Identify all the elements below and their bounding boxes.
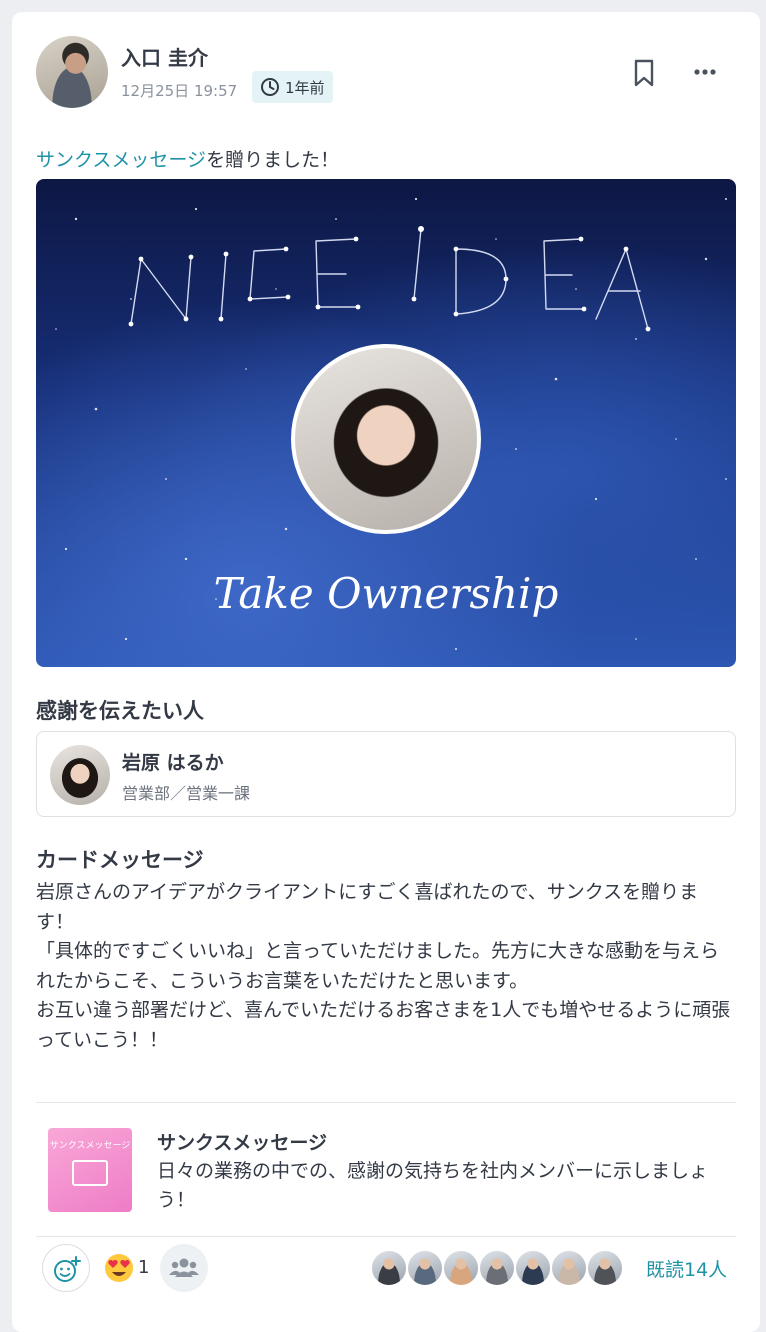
- activity-text: サンクスメッセージを贈りました！: [36, 145, 339, 172]
- promo-title[interactable]: サンクスメッセージ: [157, 1128, 327, 1155]
- author-name[interactable]: 入口 圭介: [121, 42, 208, 71]
- thanks-message-link[interactable]: サンクスメッセージ: [36, 149, 206, 171]
- heart-eyes-emoji-icon[interactable]: [103, 1252, 135, 1284]
- promo-thumb-label: サンクスメッセージ: [49, 1141, 131, 1151]
- more-options-icon[interactable]: [692, 64, 718, 80]
- recipient-card[interactable]: 岩原 はるか 営業部／営業一課: [36, 731, 736, 817]
- reader-avatars[interactable]: [370, 1249, 624, 1287]
- message-line: お互い違う部署だけど、喜んでいただけるお客さまを1人でも増やせるように頑張ってい…: [36, 999, 731, 1051]
- reaction-count: 1: [138, 1257, 150, 1278]
- add-emoji-icon: [54, 1256, 81, 1282]
- recipient-department: 営業部／営業一課: [122, 784, 251, 803]
- promo-thumbnail[interactable]: サンクスメッセージ: [48, 1128, 132, 1212]
- reader-avatar: [442, 1249, 480, 1287]
- reader-avatar: [406, 1249, 444, 1287]
- read-count-link[interactable]: 既読14人: [646, 1255, 727, 1282]
- value-title: Take Ownership: [213, 569, 559, 618]
- reader-avatar: [514, 1249, 552, 1287]
- time-ago-label: 1年前: [285, 78, 325, 97]
- recipient-avatar: [50, 745, 110, 805]
- group-button[interactable]: [160, 1244, 208, 1292]
- reader-avatar: [586, 1249, 624, 1287]
- post-card: 入口 圭介 12月25日 19:57 1年前 サンクスメッセージを贈りました！: [12, 12, 760, 1332]
- thanks-card-banner[interactable]: Take Ownership: [36, 179, 736, 667]
- recipient-photo: [291, 344, 481, 534]
- recipient-name: 岩原 はるか: [122, 752, 224, 774]
- divider: [36, 1102, 736, 1103]
- constellation-lines: [130, 228, 649, 330]
- message-line: 「具体的ですごくいいね」と言っていただけました。先方に大きな感動を与えられたから…: [36, 940, 720, 992]
- divider: [36, 1236, 736, 1237]
- people-icon: [169, 1258, 199, 1277]
- add-reaction-button[interactable]: [42, 1244, 90, 1292]
- time-ago-badge: 1年前: [252, 71, 333, 103]
- reader-avatar: [550, 1249, 588, 1287]
- activity-suffix: を贈りました！: [206, 149, 340, 171]
- promo-description: 日々の業務の中での、感謝の気持ちを社内メンバーに示しましょう！: [157, 1160, 709, 1211]
- author-avatar[interactable]: [36, 36, 108, 108]
- reader-avatar: [478, 1249, 516, 1287]
- card-message-title: カードメッセージ: [36, 848, 204, 872]
- envelope-icon: [72, 1160, 108, 1186]
- card-message-body: 岩原さんのアイデアがクライアントにすごく喜ばれたので、サンクスを贈ります！ 「具…: [36, 878, 736, 1055]
- clock-icon: [261, 78, 279, 96]
- recipient-section-title: 感謝を伝えたい人: [36, 699, 204, 723]
- bookmark-icon[interactable]: [632, 59, 656, 87]
- message-line: 岩原さんのアイデアがクライアントにすごく喜ばれたので、サンクスを贈ります！: [36, 881, 699, 933]
- reader-avatar: [370, 1249, 408, 1287]
- post-date: 12月25日 19:57: [121, 82, 238, 100]
